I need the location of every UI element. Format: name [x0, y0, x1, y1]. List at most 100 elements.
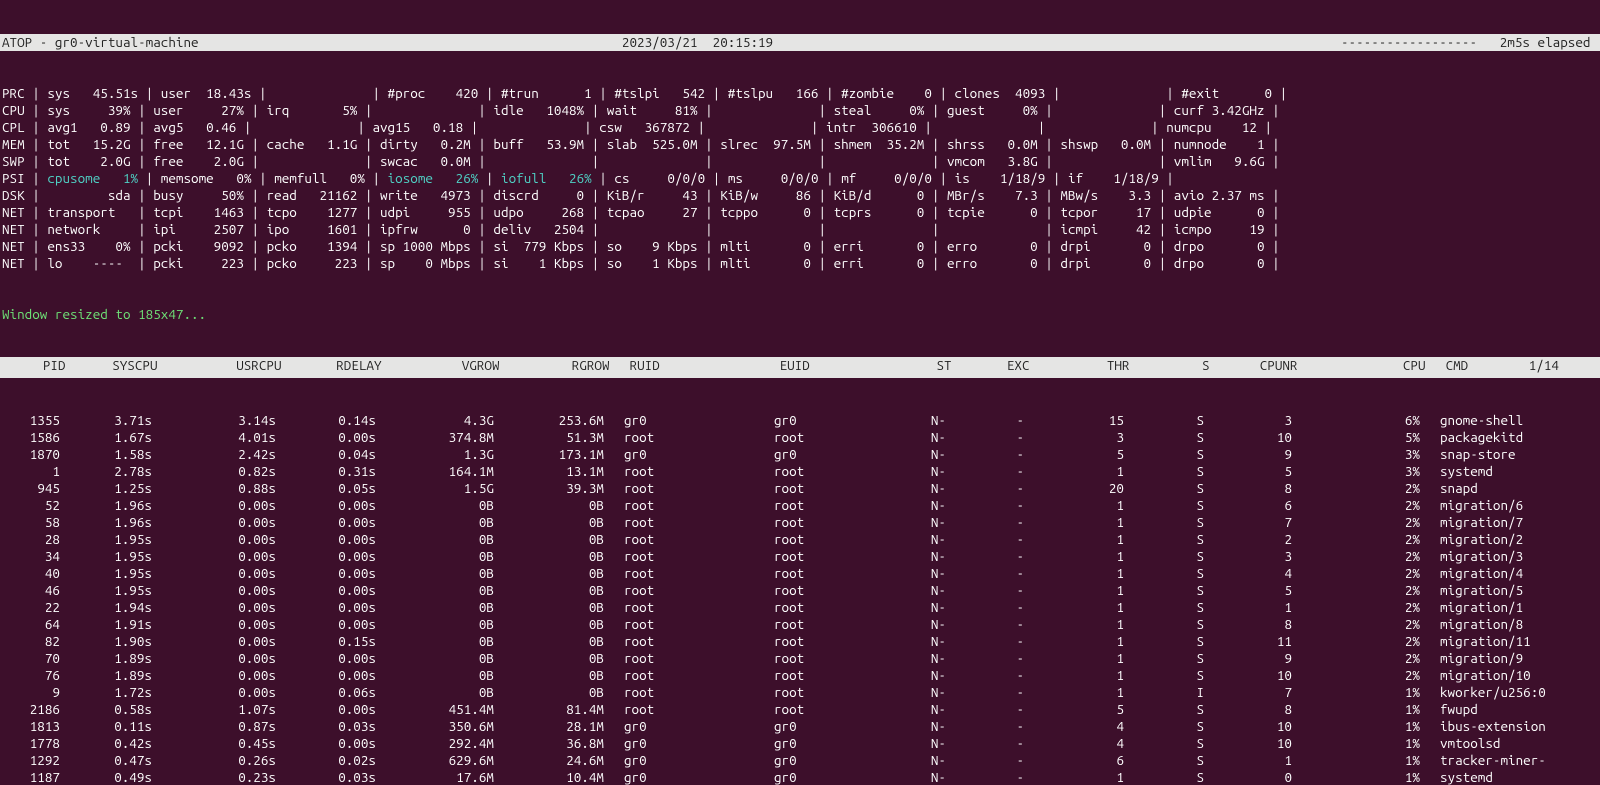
- cell-thr: 1: [1024, 667, 1124, 684]
- cell-cpu: 2%: [1292, 667, 1420, 684]
- cell-rdelay: 0.00s: [276, 735, 376, 752]
- cell-vgrow: 0B: [376, 582, 494, 599]
- cell-exc: -: [946, 497, 1024, 514]
- cell-rdelay: 0.00s: [276, 701, 376, 718]
- col-header-s[interactable]: S: [1130, 357, 1210, 374]
- cell-pid: 52: [2, 497, 60, 514]
- cell-s: S: [1124, 667, 1204, 684]
- cell-cpu: 1%: [1292, 735, 1420, 752]
- cell-rgrow: 0B: [494, 667, 604, 684]
- process-row[interactable]: 281.95s0.00s0.00s0B0BrootrootN--1S22%mig…: [2, 531, 1598, 548]
- terminal-window[interactable]: ATOP - gr0-virtual-machine 2023/03/21 20…: [0, 0, 1600, 785]
- col-header-st[interactable]: ST: [920, 357, 952, 374]
- cell-usrcpu: 0.00s: [152, 565, 276, 582]
- cell-thr: 4: [1024, 735, 1124, 752]
- cell-pid: 34: [2, 548, 60, 565]
- col-header-syscpu[interactable]: SYSCPU: [66, 357, 158, 374]
- col-header-rgrow[interactable]: RGROW: [500, 357, 610, 374]
- cell-st: N-: [914, 718, 946, 735]
- cell-st: N-: [914, 429, 946, 446]
- process-row[interactable]: 18130.11s0.87s0.03s350.6M28.1Mgr0gr0N--4…: [2, 718, 1598, 735]
- process-row[interactable]: 12.78s0.82s0.31s164.1M13.1MrootrootN--1S…: [2, 463, 1598, 480]
- cell-ruid: root: [604, 514, 764, 531]
- col-header-ruid[interactable]: RUID: [610, 357, 770, 374]
- cell-vgrow: 0B: [376, 684, 494, 701]
- cell-ruid: gr0: [604, 718, 764, 735]
- cell-rdelay: 0.14s: [276, 412, 376, 429]
- cell-cpunr: 7: [1204, 684, 1292, 701]
- process-row[interactable]: 17780.42s0.45s0.00s292.4M36.8Mgr0gr0N--4…: [2, 735, 1598, 752]
- cell-s: S: [1124, 633, 1204, 650]
- col-header-rdelay[interactable]: RDELAY: [282, 357, 382, 374]
- cell-exc: -: [946, 616, 1024, 633]
- process-row[interactable]: 521.96s0.00s0.00s0B0BrootrootN--1S62%mig…: [2, 497, 1598, 514]
- cell-cpunr: 2: [1204, 531, 1292, 548]
- col-header-vgrow[interactable]: VGROW: [382, 357, 500, 374]
- cell-exc: -: [946, 412, 1024, 429]
- cell-rgrow: 51.3M: [494, 429, 604, 446]
- cell-usrcpu: 0.00s: [152, 650, 276, 667]
- cell-pid: 64: [2, 616, 60, 633]
- cell-ruid: root: [604, 582, 764, 599]
- cell-ruid: root: [604, 633, 764, 650]
- cell-st: N-: [914, 633, 946, 650]
- col-header-euid[interactable]: EUID: [770, 357, 920, 374]
- process-row[interactable]: 18701.58s2.42s0.04s1.3G173.1Mgr0gr0N--5S…: [2, 446, 1598, 463]
- cell-s: S: [1124, 650, 1204, 667]
- cell-usrcpu: 0.87s: [152, 718, 276, 735]
- cell-rgrow: 24.6M: [494, 752, 604, 769]
- cell-syscpu: 1.25s: [60, 480, 152, 497]
- cell-cpunr: 0: [1204, 769, 1292, 785]
- cell-cpu: 3%: [1292, 463, 1420, 480]
- process-row[interactable]: 401.95s0.00s0.00s0B0BrootrootN--1S42%mig…: [2, 565, 1598, 582]
- cell-thr: 1: [1024, 769, 1124, 785]
- cell-st: N-: [914, 752, 946, 769]
- process-row[interactable]: 11870.49s0.23s0.03s17.6M10.4Mgr0gr0N--1S…: [2, 769, 1598, 785]
- cell-cpu: 1%: [1292, 718, 1420, 735]
- cell-cmd: ibus-extension: [1420, 718, 1600, 735]
- cell-vgrow: 0B: [376, 650, 494, 667]
- col-header-exc[interactable]: EXC: [952, 357, 1030, 374]
- process-row[interactable]: 701.89s0.00s0.00s0B0BrootrootN--1S92%mig…: [2, 650, 1598, 667]
- cell-ruid: gr0: [604, 735, 764, 752]
- cell-vgrow: 0B: [376, 514, 494, 531]
- cell-rdelay: 0.02s: [276, 752, 376, 769]
- cell-euid: root: [764, 667, 914, 684]
- col-header-cpunr[interactable]: CPUNR: [1210, 357, 1298, 374]
- cell-vgrow: 0B: [376, 531, 494, 548]
- process-row[interactable]: 21860.58s1.07s0.00s451.4M81.4MrootrootN-…: [2, 701, 1598, 718]
- cell-st: N-: [914, 463, 946, 480]
- cell-syscpu: 0.42s: [60, 735, 152, 752]
- col-header-pid[interactable]: PID: [8, 357, 66, 374]
- process-row[interactable]: 641.91s0.00s0.00s0B0BrootrootN--1S82%mig…: [2, 616, 1598, 633]
- cell-usrcpu: 0.45s: [152, 735, 276, 752]
- process-row[interactable]: 12920.47s0.26s0.02s629.6M24.6Mgr0gr0N--6…: [2, 752, 1598, 769]
- cell-cpunr: 10: [1204, 735, 1292, 752]
- cell-cmd: vmtoolsd: [1420, 735, 1600, 752]
- cell-usrcpu: 0.00s: [152, 599, 276, 616]
- cell-cpunr: 8: [1204, 701, 1292, 718]
- cell-cpunr: 9: [1204, 650, 1292, 667]
- cell-cmd: systemd: [1420, 463, 1600, 480]
- process-row[interactable]: 461.95s0.00s0.00s0B0BrootrootN--1S52%mig…: [2, 582, 1598, 599]
- col-header-cmd[interactable]: CMD 1/14: [1426, 357, 1600, 374]
- col-header-thr[interactable]: THR: [1030, 357, 1130, 374]
- cell-euid: root: [764, 463, 914, 480]
- cell-vgrow: 0B: [376, 548, 494, 565]
- cell-exc: -: [946, 514, 1024, 531]
- col-header-usrcpu[interactable]: USRCPU: [158, 357, 282, 374]
- process-row[interactable]: 13553.71s3.14s0.14s4.3G253.6Mgr0gr0N--15…: [2, 412, 1598, 429]
- process-row[interactable]: 341.95s0.00s0.00s0B0BrootrootN--1S32%mig…: [2, 548, 1598, 565]
- process-row[interactable]: 15861.67s4.01s0.00s374.8M51.3MrootrootN-…: [2, 429, 1598, 446]
- process-row[interactable]: 9451.25s0.88s0.05s1.5G39.3MrootrootN--20…: [2, 480, 1598, 497]
- atop-header-bar: ATOP - gr0-virtual-machine 2023/03/21 20…: [0, 34, 1600, 51]
- col-header-cpu[interactable]: CPU: [1298, 357, 1426, 374]
- process-table-body[interactable]: 13553.71s3.14s0.14s4.3G253.6Mgr0gr0N--15…: [0, 412, 1600, 785]
- process-row[interactable]: 581.96s0.00s0.00s0B0BrootrootN--1S72%mig…: [2, 514, 1598, 531]
- process-row[interactable]: 91.72s0.00s0.06s0B0BrootrootN--1I71%kwor…: [2, 684, 1598, 701]
- process-table-header[interactable]: PIDSYSCPUUSRCPURDELAYVGROWRGROWRUIDEUIDS…: [0, 357, 1600, 378]
- process-row[interactable]: 221.94s0.00s0.00s0B0BrootrootN--1S12%mig…: [2, 599, 1598, 616]
- cell-vgrow: 0B: [376, 667, 494, 684]
- process-row[interactable]: 821.90s0.00s0.15s0B0BrootrootN--1S112%mi…: [2, 633, 1598, 650]
- process-row[interactable]: 761.89s0.00s0.00s0B0BrootrootN--1S102%mi…: [2, 667, 1598, 684]
